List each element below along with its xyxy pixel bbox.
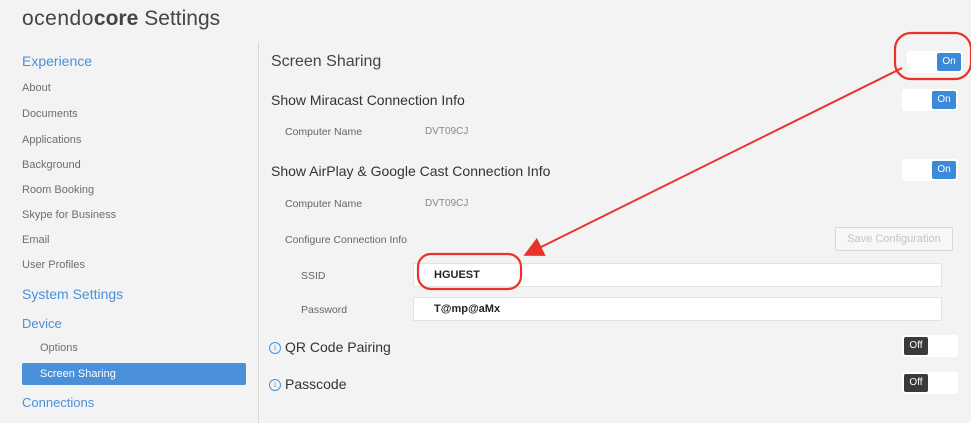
sidebar-item-background[interactable]: Background — [22, 159, 81, 171]
miracast-computer-name-value: DVT09CJ — [425, 126, 469, 137]
main-panel: Screen Sharing On Show Miracast Connecti… — [259, 42, 971, 423]
passcode-heading: i Passcode — [269, 376, 346, 392]
title-suffix: Settings — [144, 7, 221, 30]
brand-name-light: ocendo — [22, 7, 94, 30]
airplay-heading: Show AirPlay & Google Cast Connection In… — [271, 163, 551, 179]
airplay-computer-name-value: DVT09CJ — [425, 198, 469, 209]
sidebar-item-screen-sharing-label: Screen Sharing — [40, 368, 116, 380]
save-configuration-button[interactable]: Save Configuration — [835, 227, 953, 251]
password-label: Password — [301, 304, 348, 316]
passcode-label: Passcode — [285, 376, 347, 392]
app-title: ocendocore Settings — [22, 7, 220, 37]
sidebar-section-experience[interactable]: Experience — [22, 53, 92, 69]
miracast-heading: Show Miracast Connection Info — [271, 92, 465, 108]
toggle-off-knob: Off — [904, 337, 928, 355]
sidebar-item-email[interactable]: Email — [22, 234, 50, 246]
qr-code-pairing-toggle[interactable]: Off — [902, 335, 958, 357]
passcode-toggle[interactable]: Off — [902, 372, 958, 394]
ssid-input[interactable] — [413, 263, 942, 287]
ssid-label: SSID — [301, 270, 326, 282]
miracast-toggle[interactable]: On — [902, 89, 958, 111]
toggle-on-knob: On — [937, 53, 961, 71]
info-icon[interactable]: i — [269, 342, 281, 355]
sidebar-item-about[interactable]: About — [22, 82, 51, 94]
qr-code-pairing-heading: i QR Code Pairing — [269, 339, 391, 355]
sidebar-item-user-profiles[interactable]: User Profiles — [22, 259, 85, 271]
sidebar-item-documents[interactable]: Documents — [22, 108, 78, 120]
qr-code-pairing-label: QR Code Pairing — [285, 339, 391, 355]
sidebar-subsection-device[interactable]: Device — [22, 316, 62, 331]
sidebar-item-skype-for-business[interactable]: Skype for Business — [22, 209, 116, 221]
airplay-computer-name-label: Computer Name — [285, 198, 363, 210]
screen-sharing-toggle[interactable]: On — [907, 51, 963, 73]
sidebar-item-options[interactable]: Options — [40, 342, 78, 354]
sidebar-item-room-booking[interactable]: Room Booking — [22, 184, 94, 196]
airplay-toggle[interactable]: On — [902, 159, 958, 181]
brand-name-bold: core — [93, 7, 139, 30]
screen-sharing-heading: Screen Sharing — [271, 53, 382, 70]
toggle-on-knob: On — [932, 91, 956, 109]
toggle-off-knob: Off — [904, 374, 928, 392]
sidebar-section-system-settings[interactable]: System Settings — [22, 286, 123, 302]
info-icon[interactable]: i — [269, 379, 281, 392]
toggle-on-knob: On — [932, 161, 956, 179]
sidebar-item-applications[interactable]: Applications — [22, 134, 81, 146]
configure-connection-label: Configure Connection Info — [285, 234, 407, 246]
sidebar-subsection-connections[interactable]: Connections — [22, 395, 94, 410]
password-input[interactable] — [413, 297, 942, 321]
sidebar: Experience About Documents Applications … — [0, 42, 258, 423]
miracast-computer-name-label: Computer Name — [285, 126, 363, 138]
